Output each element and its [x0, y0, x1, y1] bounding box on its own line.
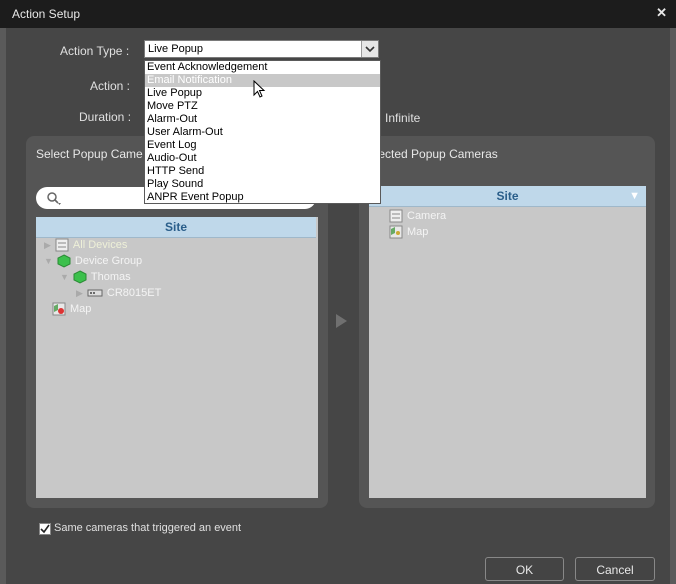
chevron-down-icon[interactable]: [361, 41, 378, 57]
left-site-column-header[interactable]: Site: [36, 217, 316, 238]
option-move-ptz[interactable]: Move PTZ: [145, 100, 380, 113]
action-type-label: Action Type :: [60, 44, 130, 58]
duration-label: Duration :: [79, 110, 132, 124]
option-event-acknowledgement[interactable]: Event Acknowledgement: [145, 61, 380, 74]
same-cameras-label: Same cameras that triggered an event: [54, 522, 242, 534]
tree-label-all-devices: All Devices: [72, 239, 128, 251]
tree-item-device-group[interactable]: ▼ Device Group: [44, 253, 142, 269]
action-label: Action :: [90, 79, 131, 93]
window-border-right: [670, 28, 676, 584]
action-type-select[interactable]: Live Popup: [144, 40, 379, 58]
tree-item-cr8015et[interactable]: ▶ CR8015ET: [76, 285, 161, 301]
left-tree-list[interactable]: Site ▶ All Devices ▼ Device Group ▼ Thom…: [36, 217, 318, 498]
close-icon[interactable]: ✕: [656, 5, 667, 21]
right-label-camera: Camera: [407, 210, 447, 222]
map-icon: [52, 302, 66, 316]
tree-label-cr8015et: CR8015ET: [106, 287, 162, 299]
option-play-sound[interactable]: Play Sound: [145, 178, 380, 191]
right-site-column-header[interactable]: Site ▼: [369, 186, 646, 207]
tree-item-all-devices[interactable]: ▶ All Devices: [44, 237, 127, 253]
cancel-button[interactable]: Cancel: [575, 557, 655, 581]
server-icon: [389, 209, 403, 223]
action-type-value: Live Popup: [148, 43, 204, 55]
green-group-icon: [57, 254, 71, 268]
right-column-label: Site: [496, 189, 519, 203]
right-list[interactable]: Site ▼ Camera Map: [369, 186, 646, 498]
filter-down-icon[interactable]: ▼: [629, 186, 640, 206]
tree-label-thomas: Thomas: [90, 271, 131, 283]
map-icon: [389, 225, 403, 239]
right-panel-title: elected Popup Cameras: [369, 147, 498, 161]
tree-item-thomas[interactable]: ▼ Thomas: [60, 269, 131, 285]
checkmark-icon: [40, 524, 50, 534]
server-icon: [55, 238, 69, 252]
right-label-map: Map: [407, 226, 429, 238]
title-bar: Action Setup ✕: [0, 0, 676, 28]
option-anpr-event-popup[interactable]: ANPR Event Popup: [145, 191, 380, 204]
window-title: Action Setup: [12, 7, 81, 21]
option-audio-out[interactable]: Audio-Out: [145, 152, 380, 165]
right-item-map[interactable]: Map: [389, 224, 428, 240]
option-http-send[interactable]: HTTP Send: [145, 165, 380, 178]
tree-label-device-group: Device Group: [74, 255, 143, 267]
add-arrow-icon[interactable]: [336, 314, 347, 328]
duration-infinite-label: Infinite: [385, 111, 421, 125]
left-panel-title: Select Popup Came: [36, 147, 143, 161]
right-item-camera[interactable]: Camera: [389, 208, 446, 224]
option-event-log[interactable]: Event Log: [145, 139, 380, 152]
ok-button[interactable]: OK: [485, 557, 564, 581]
tree-label-map: Map: [70, 303, 92, 315]
tree-item-map[interactable]: Map: [52, 301, 91, 317]
option-user-alarm-out[interactable]: User Alarm-Out: [145, 126, 380, 139]
mouse-cursor-icon: [253, 80, 266, 98]
same-cameras-checkbox[interactable]: [39, 523, 51, 535]
search-icon: [47, 192, 61, 205]
option-alarm-out[interactable]: Alarm-Out: [145, 113, 380, 126]
dvr-device-icon: [87, 286, 103, 300]
green-group-icon: [73, 270, 87, 284]
